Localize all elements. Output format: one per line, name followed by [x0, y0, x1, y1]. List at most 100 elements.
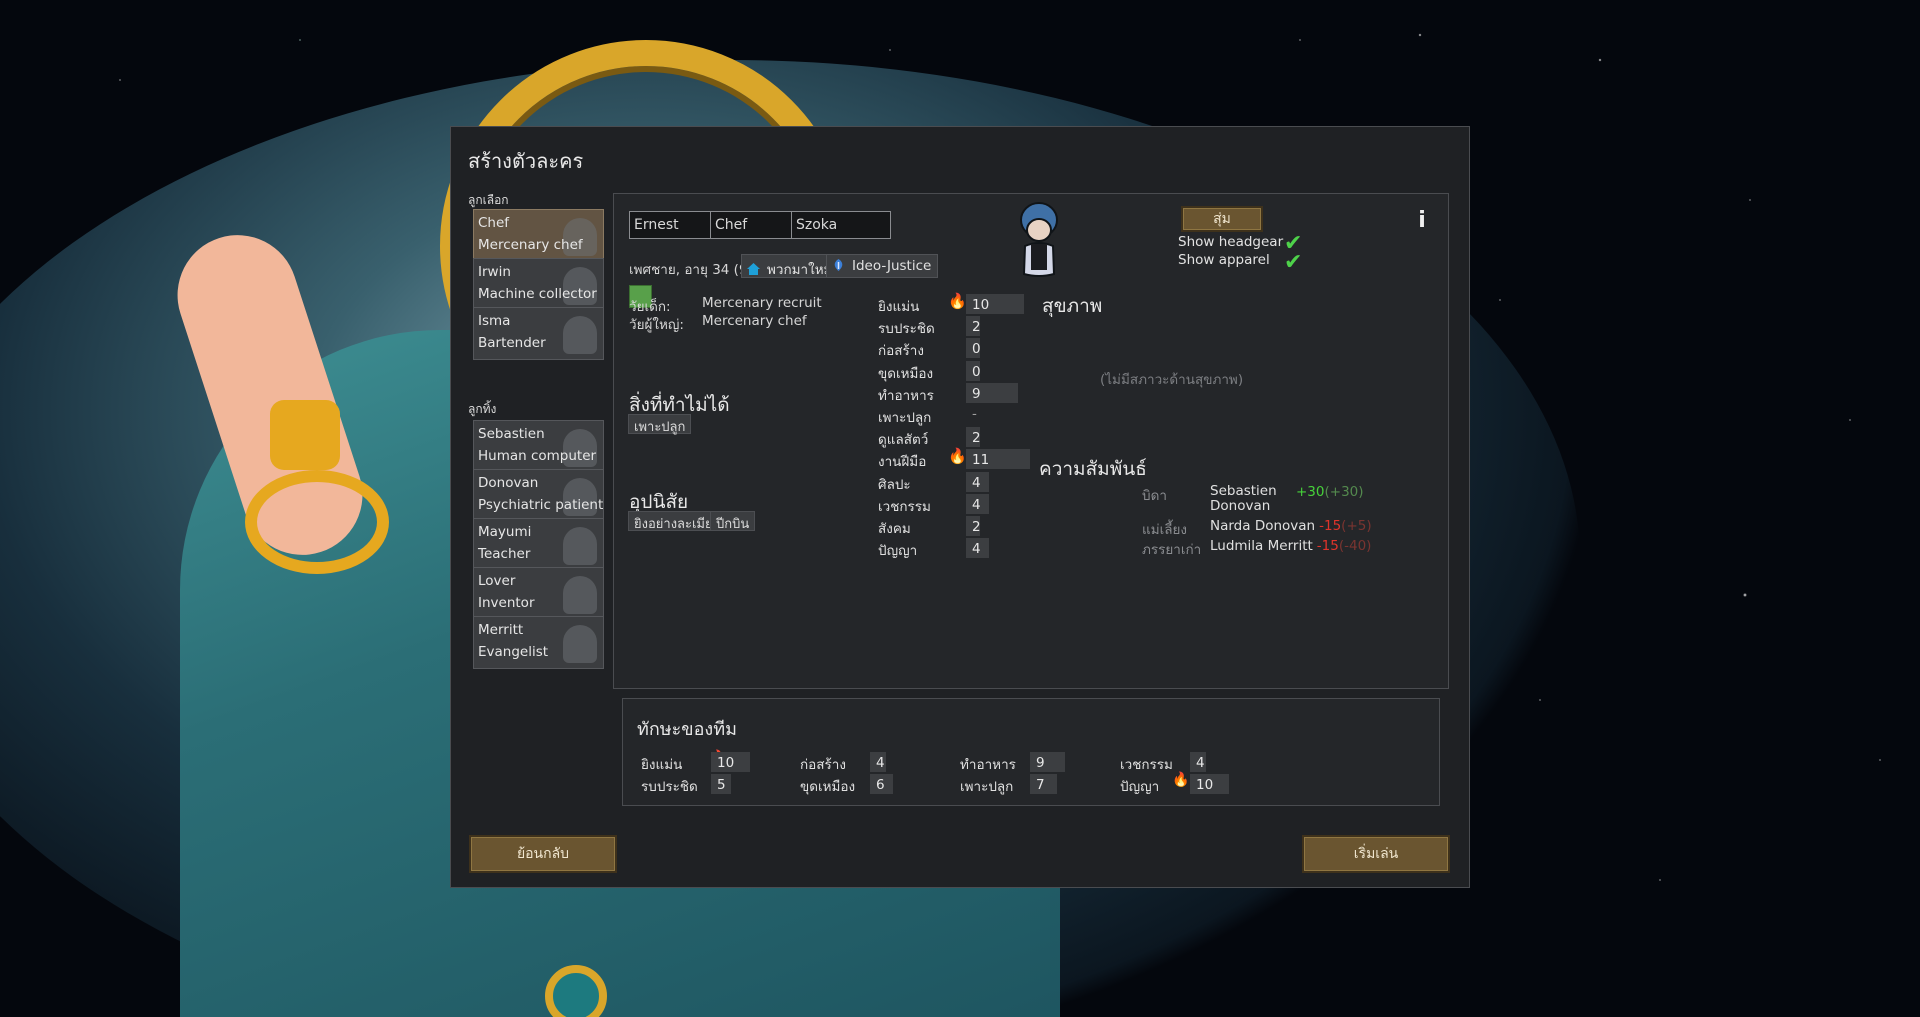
skill-label: ขุดเหมือง [878, 365, 934, 382]
randomize-button[interactable]: สุ่ม [1181, 206, 1263, 232]
skill-label: เวชกรรม [878, 498, 931, 515]
pawn-name: Mayumi [478, 524, 532, 540]
skill-bar[interactable]: 4 [966, 538, 990, 559]
pawn-title: Mercenary chef [478, 237, 583, 253]
team-skill-label: เพาะปลูก [960, 779, 1014, 795]
relation-name: Ludmila Merritt [1210, 538, 1313, 554]
home-icon [746, 262, 761, 276]
team-skills-panel: ทักษะของทีม ยิงแม่น🔥10รบประชิด•5ก่อสร้าง… [622, 698, 1440, 806]
pawn-title: Inventor [478, 595, 535, 611]
health-empty-text: (ไม่มีสภาวะด้านสุขภาพ) [1100, 372, 1244, 388]
major-passion-icon: 🔥 [948, 292, 967, 310]
relation-row[interactable]: Sebastien Donovan +30(+30) [1210, 484, 1364, 514]
skill-bar[interactable]: 0 [966, 360, 981, 381]
incapable-chip[interactable]: เพาะปลูก [628, 414, 692, 435]
relation-opinion: -15 [1319, 518, 1342, 534]
left-pawns-label: ลูกทิ้ง [468, 402, 497, 416]
skill-bar[interactable]: 2 [966, 516, 981, 536]
chosen-pawns-label: ลูกเลือก [468, 193, 509, 207]
skill-label: เพาะปลูก [878, 410, 932, 426]
skill-label: งานฝีมือ [878, 454, 927, 471]
team-skill-value: 4 [870, 752, 886, 772]
skill-bar[interactable]: 2 [966, 427, 981, 448]
skill-bar[interactable]: 2 [966, 316, 981, 337]
pawn-button[interactable]: Mayumi Teacher [473, 518, 604, 571]
show-headgear-label: Show headgear [1178, 234, 1284, 250]
info-icon[interactable]: i [1414, 208, 1430, 234]
skill-bar[interactable]: 4 [966, 493, 990, 514]
relation-their-opinion: (-40) [1338, 538, 1372, 554]
team-skill-label: ทำอาหาร [960, 757, 1016, 773]
major-passion-icon: 🔥 [948, 447, 967, 466]
pawn-title: Teacher [478, 546, 531, 562]
relation-name: Narda Donovan [1210, 518, 1316, 534]
skill-bar[interactable]: 0 [966, 338, 981, 359]
adulthood-backstory[interactable]: Mercenary chef [702, 313, 807, 329]
relation-opinion: +30 [1296, 484, 1325, 500]
skill-bar[interactable]: 11 [966, 449, 1030, 470]
skill-label: รบประชิด [878, 321, 935, 338]
skill-bar[interactable]: 10 [966, 294, 1024, 314]
relation-name: Sebastien Donovan [1210, 483, 1277, 514]
pawn-button[interactable]: Donovan Psychiatric patient [473, 469, 604, 522]
last-name-field[interactable]: Szoka [791, 211, 891, 239]
start-button[interactable]: เริ่มเล่น [1302, 835, 1450, 873]
dialog-title: สร้างตัวละคร [468, 149, 584, 173]
pawn-name: Sebastien [478, 426, 545, 442]
team-skill-label: ก่อสร้าง [800, 757, 846, 773]
pawn-name: Isma [478, 313, 511, 329]
relation-row[interactable]: Ludmila Merritt -15(-40) [1210, 538, 1371, 554]
relation-kind: แม่เลี้ยง [1142, 522, 1187, 538]
team-skill-value: 7 [1030, 774, 1058, 794]
pawn-name: Chef [478, 215, 510, 231]
team-skill-label: เวชกรรม [1120, 757, 1173, 773]
team-skill-value: 4 [1190, 752, 1206, 772]
skill-label: ทำอาหาร [878, 387, 934, 404]
team-skill-value: 5 [711, 774, 731, 794]
team-skill-label: รบประชิด [641, 779, 698, 795]
pawn-name: Lover [478, 573, 516, 589]
show-apparel-check-icon[interactable]: ✔ [1284, 252, 1306, 274]
relation-opinion: -15 [1316, 538, 1339, 554]
relation-kind: ภรรยาเก่า [1142, 542, 1202, 558]
team-skill-value: 6 [870, 774, 894, 794]
pawn-button[interactable]: Sebastien Human computer [473, 420, 604, 473]
gold-bangle [245, 470, 389, 574]
character-panel: Ernest Chef Szoka เพศชาย, อายุ 34 (90) พ… [613, 193, 1449, 689]
pawn-title: Machine collector [478, 286, 597, 302]
pawn-button[interactable]: Isma Bartender [473, 307, 604, 360]
show-apparel-label: Show apparel [1178, 252, 1270, 268]
team-skill-value: 10 [711, 752, 750, 772]
team-skill-value: 10 [1190, 774, 1229, 794]
team-skill-label: ขุดเหมือง [800, 779, 856, 795]
team-skill-value: 9 [1030, 752, 1066, 772]
relation-kind: บิดา [1142, 488, 1167, 504]
pawn-button[interactable]: Lover Inventor [473, 567, 604, 620]
pawn-title: Bartender [478, 335, 546, 351]
skill-label: ก่อสร้าง [878, 343, 924, 360]
team-skills-title: ทักษะของทีม [637, 719, 737, 740]
skill-label: ปัญญา [878, 543, 918, 560]
gold-cuff [270, 400, 340, 470]
faction-tag[interactable]: พวกมาใหม่ [741, 254, 840, 278]
pawn-title: Evangelist [478, 644, 549, 660]
pawn-button[interactable]: Chef Mercenary chef [473, 209, 604, 262]
skill-bar[interactable]: 4 [966, 471, 990, 492]
relations-title: ความสัมพันธ์ [1039, 458, 1147, 480]
ideo-icon [831, 258, 846, 272]
skill-value: - [972, 406, 977, 422]
pawn-name: Donovan [478, 475, 539, 491]
pawn-button[interactable]: Merritt Evangelist [473, 616, 604, 669]
pawn-button[interactable]: Irwin Machine collector [473, 258, 604, 311]
back-button[interactable]: ย้อนกลับ [469, 835, 617, 873]
pawn-portrait [1014, 200, 1064, 280]
ideoligion-tag[interactable]: Ideo-Justice [826, 254, 939, 278]
trait-chip[interactable]: ปีกบิน [710, 511, 756, 532]
skill-label: ศิลปะ [878, 476, 911, 493]
skill-bar[interactable]: 9 [966, 382, 1019, 403]
relation-row[interactable]: Narda Donovan -15(+5) [1210, 518, 1372, 534]
create-characters-dialog: สร้างตัวละคร ลูกเลือก Chef Mercenary chef… [450, 126, 1470, 888]
childhood-backstory[interactable]: Mercenary recruit [702, 295, 822, 311]
skill-label: สังคม [878, 521, 911, 537]
pawn-title: Human computer [478, 448, 597, 464]
